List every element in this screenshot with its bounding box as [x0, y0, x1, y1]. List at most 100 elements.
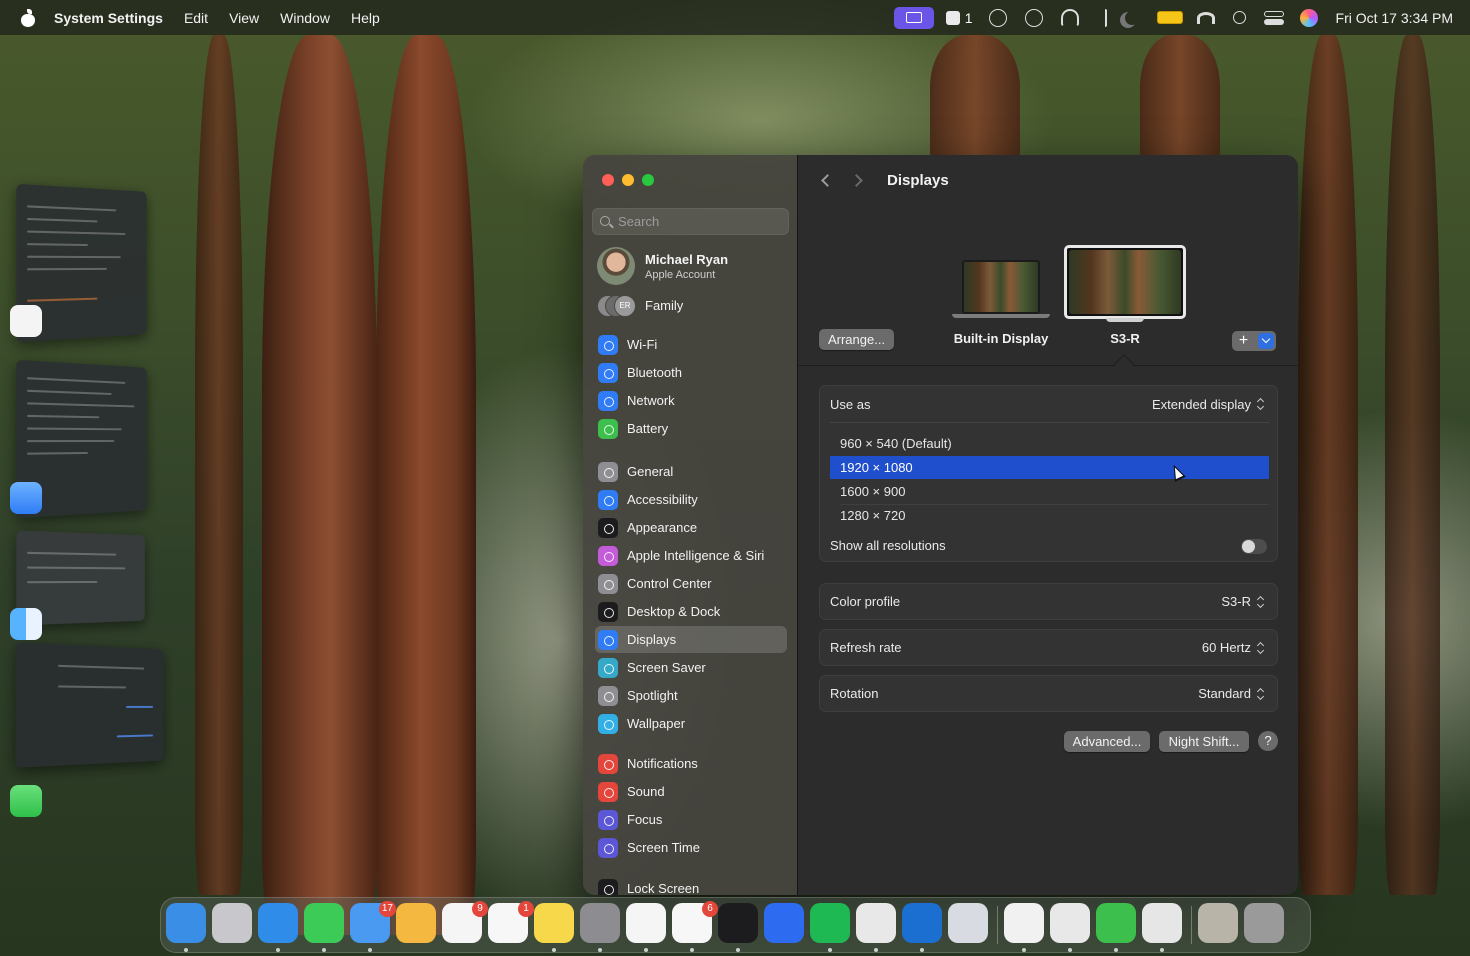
search-input[interactable] [618, 209, 783, 234]
back-button[interactable] [817, 171, 839, 191]
resolution-option[interactable]: 960 × 540 (Default) [830, 432, 1269, 455]
resolution-option[interactable]: 1280 × 720 [830, 504, 1269, 527]
built-in-display-thumbnail[interactable] [962, 260, 1040, 314]
refresh-rate-row[interactable]: Refresh rate 60 Hertz [819, 629, 1278, 666]
stage-manager-window-thumbnail[interactable] [15, 642, 164, 768]
finder-app-icon[interactable] [10, 608, 42, 640]
slack-app-icon[interactable] [10, 305, 42, 337]
external-display-thumbnail[interactable] [1064, 245, 1186, 319]
sidebar-item-notifications[interactable]: Notifications [595, 750, 787, 777]
arrange-button[interactable]: Arrange... [819, 329, 894, 350]
archive-utility-icon[interactable] [1198, 903, 1238, 943]
battery-icon[interactable] [1156, 11, 1183, 24]
finder-icon[interactable] [166, 903, 206, 943]
keychain-access-icon[interactable] [1142, 903, 1182, 943]
resolution-option[interactable]: 1920 × 1080 [830, 456, 1269, 479]
show-all-resolutions-toggle[interactable] [1241, 539, 1267, 554]
color-profile-row[interactable]: Color profile S3-R [819, 583, 1278, 620]
outlook-icon[interactable] [902, 903, 942, 943]
terminal-icon[interactable] [718, 903, 758, 943]
sidebar-item-displays[interactable]: Displays [595, 626, 787, 653]
sidebar-item-general[interactable]: General [595, 458, 787, 485]
spotlight-search-icon[interactable] [1232, 11, 1246, 24]
messages-app-icon[interactable] [10, 785, 42, 817]
system-settings-icon[interactable] [580, 903, 620, 943]
dock-separator [997, 906, 998, 944]
color-profile-stepper-icon[interactable] [1257, 595, 1265, 609]
menu-window[interactable]: Window [280, 10, 330, 26]
headphones-icon[interactable] [1060, 8, 1079, 27]
calendar-icon[interactable]: 9 [442, 901, 488, 943]
sidebar-item-spotlight[interactable]: Spotlight [595, 682, 787, 709]
photos-icon[interactable] [396, 903, 436, 943]
zoom-window-button[interactable] [642, 174, 654, 186]
sidebar-item-control-center[interactable]: Control Center [595, 570, 787, 597]
family-row[interactable]: ER Family [597, 294, 787, 318]
notes-icon[interactable] [534, 903, 574, 943]
apple-logo-icon[interactable] [20, 8, 36, 27]
resolution-option[interactable]: 1600 × 900 [830, 480, 1269, 503]
menu-app-name[interactable]: System Settings [54, 10, 163, 26]
sidebar-item-accessibility[interactable]: Accessibility [595, 486, 787, 513]
advanced-button[interactable]: Advanced... [1064, 731, 1150, 752]
iphone-mirroring-icon[interactable] [948, 903, 988, 943]
sidebar-item-wi-fi[interactable]: Wi-Fi [595, 331, 787, 358]
sidebar-item-screen-saver[interactable]: Screen Saver [595, 654, 787, 681]
chrome-icon[interactable] [1004, 903, 1044, 943]
sidebar-item-screen-time[interactable]: Screen Time [595, 834, 787, 861]
reminders-icon[interactable]: 1 [488, 901, 534, 943]
messages-icon[interactable] [304, 903, 344, 943]
forward-button[interactable] [850, 171, 872, 191]
safari-icon[interactable] [258, 903, 298, 943]
launchpad-icon[interactable] [212, 903, 252, 943]
now-playing-icon[interactable] [1024, 8, 1043, 27]
zoom-icon[interactable] [764, 903, 804, 943]
sidebar-item-appearance[interactable]: Appearance [595, 514, 787, 541]
search-field[interactable] [592, 208, 789, 235]
focus-moon-icon[interactable] [1125, 11, 1139, 25]
sidebar-item-bluetooth[interactable]: Bluetooth [595, 359, 787, 386]
mail-app-icon[interactable] [10, 482, 42, 514]
menu-clock[interactable]: Fri Oct 17 3:34 PM [1336, 10, 1453, 26]
close-window-button[interactable] [602, 174, 614, 186]
use-as-stepper-icon[interactable] [1257, 397, 1265, 411]
refresh-rate-stepper-icon[interactable] [1257, 641, 1265, 655]
rotation-value[interactable]: Standard [1198, 686, 1251, 701]
bluetooth-icon[interactable] [1097, 8, 1107, 27]
cube-app-icon[interactable] [856, 903, 896, 943]
sidebar-item-apple-intelligence-siri[interactable]: Apple Intelligence & Siri [595, 542, 787, 569]
sidebar-item-focus[interactable]: Focus [595, 806, 787, 833]
zotero-icon[interactable] [1050, 903, 1090, 943]
help-button[interactable]: ? [1258, 731, 1278, 751]
sidebar-item-sound[interactable]: Sound [595, 778, 787, 805]
menu-view[interactable]: View [229, 10, 259, 26]
control-center-icon[interactable] [1263, 10, 1284, 25]
rotation-stepper-icon[interactable] [1257, 687, 1265, 701]
color-profile-value[interactable]: S3-R [1221, 594, 1251, 609]
night-shift-button[interactable]: Night Shift... [1159, 731, 1249, 752]
siri-icon[interactable] [1299, 8, 1318, 27]
chatgpt-icon[interactable] [626, 903, 666, 943]
spotify-icon[interactable] [810, 903, 850, 943]
add-display-button[interactable]: + [1232, 331, 1276, 351]
trash-icon[interactable] [1244, 903, 1284, 943]
use-as-value[interactable]: Extended display [1152, 397, 1251, 412]
refresh-rate-value[interactable]: 60 Hertz [1202, 640, 1251, 655]
slack-icon[interactable]: 6 [672, 901, 718, 943]
stage-manager-icon[interactable]: 1 [945, 10, 973, 26]
sidebar-item-battery[interactable]: Battery [595, 415, 787, 442]
minimize-window-button[interactable] [622, 174, 634, 186]
screen-mirroring-icon[interactable] [893, 6, 934, 29]
sidebar-item-wallpaper[interactable]: Wallpaper [595, 710, 787, 737]
numbers-icon[interactable] [1096, 903, 1136, 943]
sidebar-item-lock-screen[interactable]: Lock Screen [595, 875, 787, 895]
menu-edit[interactable]: Edit [184, 10, 208, 26]
mail-icon[interactable]: 17 [350, 901, 396, 943]
wifi-icon[interactable] [1196, 11, 1215, 24]
chevron-down-icon[interactable] [1258, 333, 1274, 349]
sidebar-item-desktop-dock[interactable]: Desktop & Dock [595, 598, 787, 625]
sidebar-item-network[interactable]: Network [595, 387, 787, 414]
rotation-row[interactable]: Rotation Standard [819, 675, 1278, 712]
menu-help[interactable]: Help [351, 10, 380, 26]
time-machine-icon[interactable] [988, 8, 1007, 27]
